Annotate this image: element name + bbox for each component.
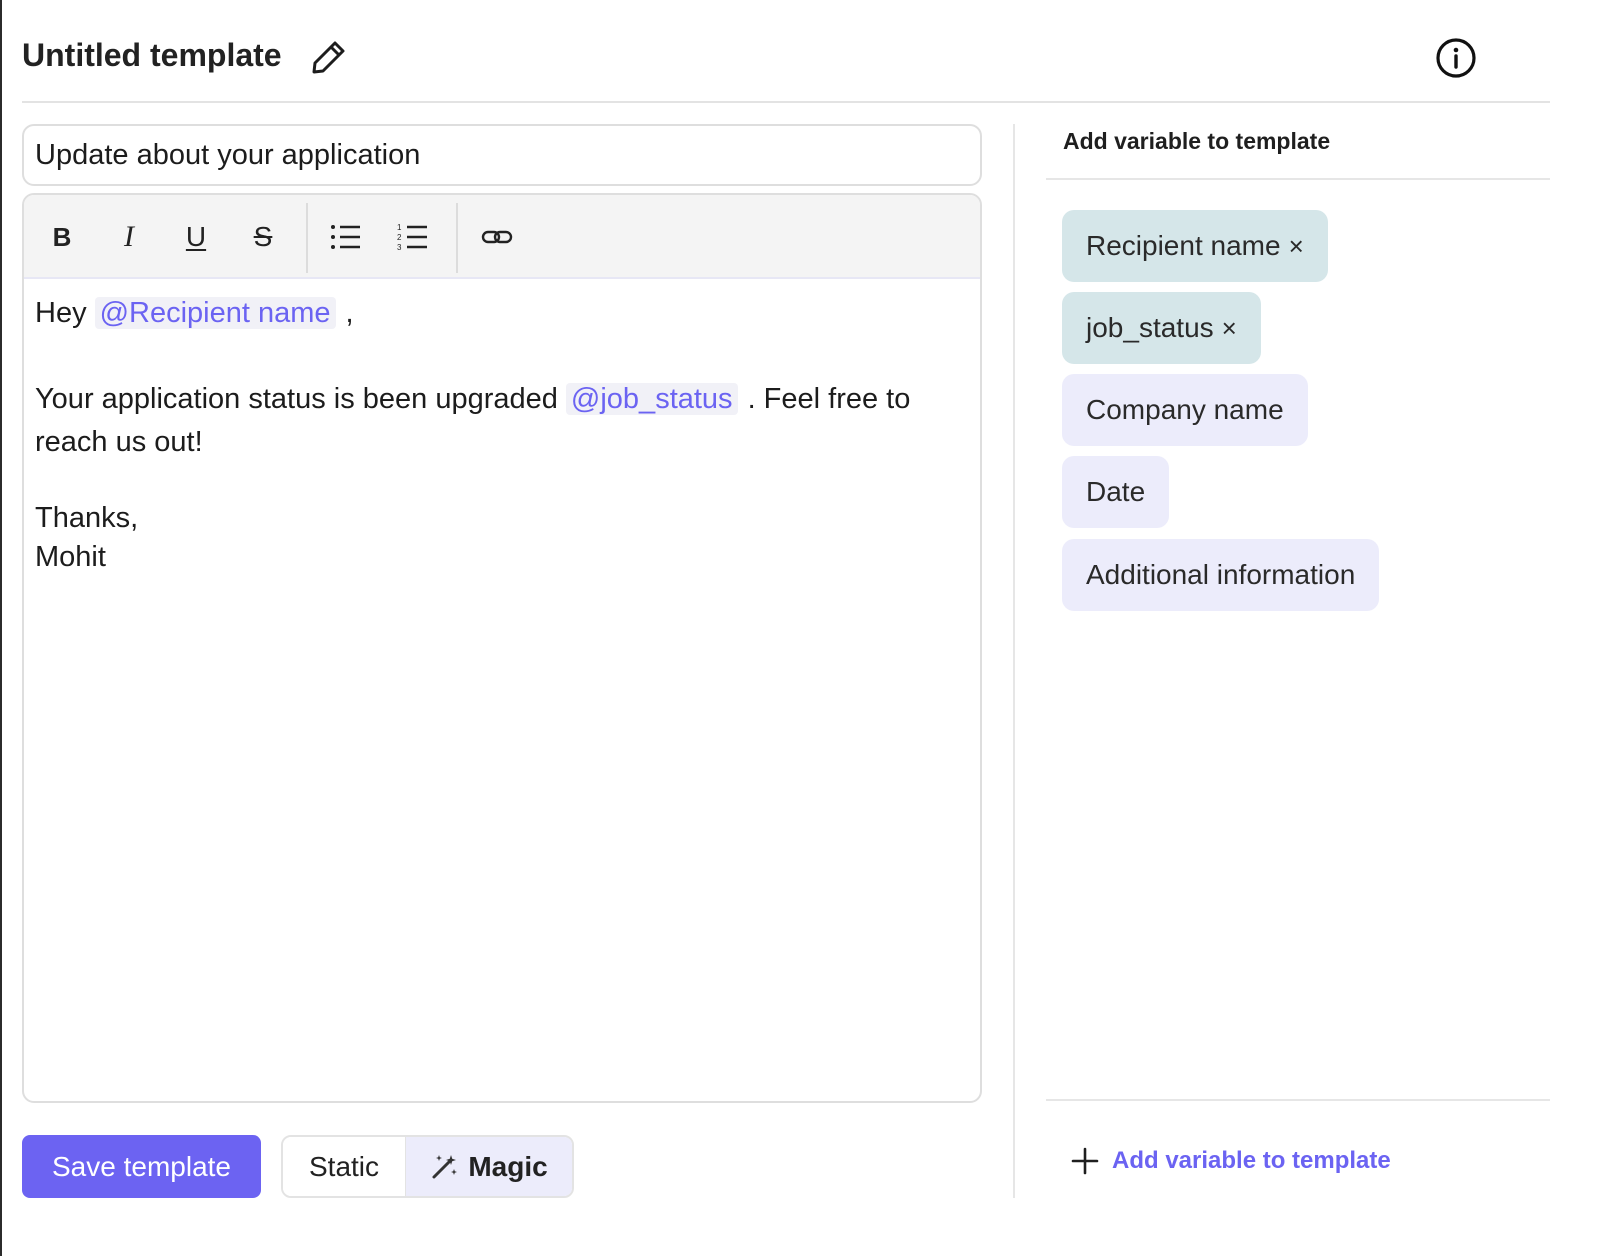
plus-icon [1071, 1147, 1099, 1175]
toolbar-divider [306, 203, 308, 273]
variable-chip-job-status[interactable]: job_status × [1062, 292, 1261, 364]
template-header: Untitled template [22, 0, 1550, 103]
recipient-mention[interactable]: @Recipient name [94, 297, 336, 329]
magic-wand-icon [432, 1154, 458, 1178]
magic-mode-label: Magic [468, 1150, 548, 1182]
greeting-text: Hey [35, 297, 87, 329]
panel-divider [1013, 124, 1015, 1198]
save-template-button[interactable]: Save template [22, 1135, 261, 1198]
bold-button[interactable]: B [40, 215, 84, 259]
panel-rule [1046, 178, 1550, 180]
add-variable-button[interactable]: Add variable to template [1070, 1146, 1391, 1176]
chip-label: Recipient name [1086, 230, 1281, 261]
underline-button[interactable]: U [174, 215, 218, 259]
bullet-list-button[interactable] [324, 215, 368, 259]
bullet-list-icon [331, 225, 360, 249]
strikethrough-button[interactable]: S [241, 215, 285, 259]
variable-chip-recipient-name[interactable]: Recipient name × [1062, 210, 1328, 282]
close-icon[interactable]: × [1289, 231, 1304, 262]
signature-text: Mohit [35, 541, 106, 573]
info-icon[interactable] [1435, 37, 1477, 79]
numbered-list-button[interactable]: 1 2 3 [391, 215, 435, 259]
variable-chip-date[interactable]: Date [1062, 456, 1170, 528]
variable-chip-company-name[interactable]: Company name [1062, 374, 1308, 446]
link-icon [481, 230, 513, 244]
closing-text: Thanks, [35, 502, 139, 534]
variable-chip-additional-information[interactable]: Additional information [1062, 539, 1380, 611]
subject-input[interactable] [22, 124, 982, 186]
numbered-list-icon: 1 2 3 [397, 223, 427, 251]
window-edge [0, 0, 2, 1256]
svg-text:2: 2 [397, 233, 402, 242]
greeting-comma: , [345, 297, 354, 329]
greeting-line: Hey @Recipient name, [35, 292, 965, 335]
svg-text:3: 3 [397, 243, 402, 251]
status-text: Your application status is been upgraded [35, 383, 558, 415]
static-mode-option[interactable]: Static [283, 1137, 405, 1196]
link-button[interactable] [475, 215, 519, 259]
magic-mode-option[interactable]: Magic [405, 1137, 572, 1196]
formatting-toolbar: B I U S 1 2 3 [24, 195, 980, 279]
rich-text-editor[interactable]: B I U S 1 2 3 Hey @Recipient name , Your… [22, 193, 982, 1103]
toolbar-divider [456, 203, 458, 273]
job-status-mention[interactable]: @job_status [565, 383, 738, 415]
chip-label: Company name [1086, 394, 1284, 425]
add-variable-label: Add variable to template [1112, 1147, 1391, 1174]
panel-rule [1046, 1099, 1550, 1101]
chip-label: Additional information [1086, 559, 1356, 590]
close-icon[interactable]: × [1222, 313, 1237, 344]
svg-text:1: 1 [397, 223, 402, 232]
template-title: Untitled template [22, 37, 282, 73]
email-body[interactable]: Hey @Recipient name, Your application sta… [35, 292, 965, 577]
pencil-icon[interactable] [310, 38, 348, 76]
italic-button[interactable]: I [107, 215, 151, 259]
status-paragraph: Your application status is been upgraded… [35, 378, 965, 464]
mode-toggle: Static Magic [281, 1135, 574, 1198]
chip-label: job_status [1086, 312, 1214, 343]
chip-label: Date [1086, 476, 1146, 507]
variables-panel-title: Add variable to template [1063, 128, 1331, 154]
